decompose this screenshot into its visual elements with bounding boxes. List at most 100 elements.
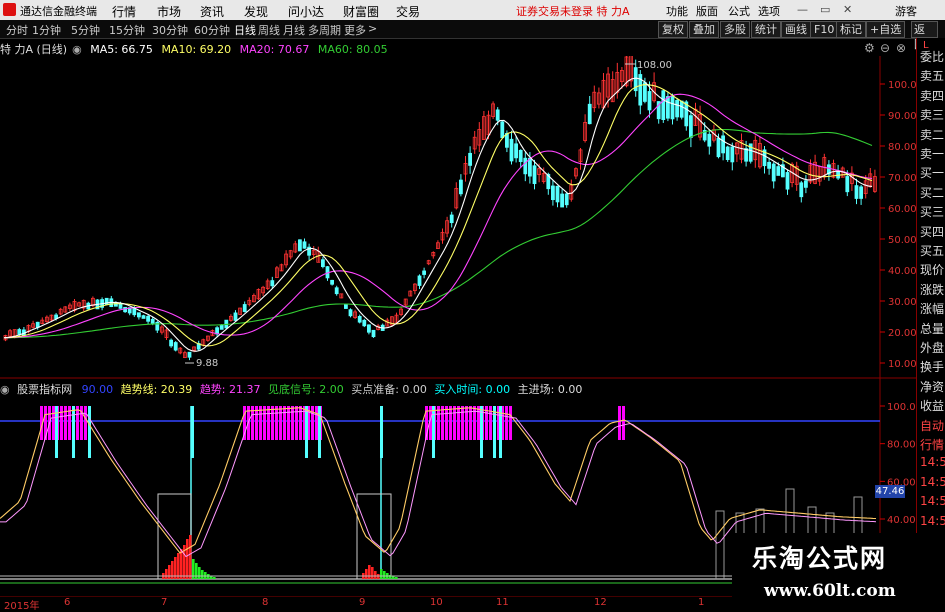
guest-label[interactable]: 游客 (895, 3, 917, 19)
period-multi[interactable]: 多周期 (308, 22, 341, 38)
histogram-bar (201, 570, 204, 579)
menu-item-market[interactable]: 市场 (157, 3, 181, 20)
indicator-axis: 100.080.0060.0040.00 (880, 402, 916, 526)
menu-item-ask[interactable]: 问小达 (288, 3, 324, 20)
gear-icon[interactable]: ⚙ (864, 41, 875, 55)
panel-item[interactable]: 行情 (920, 436, 944, 453)
candle-body (348, 309, 353, 317)
indicator-tick-label: 80.00 (887, 440, 916, 451)
price-tick-label: 30.00 (888, 297, 916, 308)
price-tick-label: 40.00 (888, 266, 916, 277)
candle-body (357, 316, 362, 323)
candle-body (643, 82, 647, 102)
price-tick-label: 90.00 (888, 111, 916, 122)
restore-icon[interactable]: ▭ (820, 3, 830, 16)
draw-button[interactable]: 画线 (781, 21, 811, 38)
candle-body (132, 308, 137, 316)
indicator-v3: 见底信号: 2.00 (268, 383, 344, 396)
period-monthly[interactable]: 月线 (283, 22, 305, 38)
back-button[interactable]: 返回 (911, 21, 938, 51)
chart-area[interactable]: 100.0 90.00 80.00 70.00 60.00 50.00 40.00 30.00… (0, 56, 916, 597)
panel-item: 卖一 (920, 147, 945, 161)
chevron-right-icon[interactable]: > (368, 22, 377, 35)
panel-item: 净资 (920, 379, 945, 394)
period-more[interactable]: 更多 (344, 22, 366, 38)
mark-button[interactable]: 标记 (836, 21, 866, 38)
signal-spike (88, 406, 91, 458)
candle-body (17, 329, 22, 335)
candle-body (670, 95, 675, 120)
signal-spike (72, 406, 75, 458)
period-daily[interactable]: 日线 (234, 22, 256, 38)
candle-body (500, 121, 505, 139)
menu-item-discover[interactable]: 发现 (244, 3, 268, 20)
f10-button[interactable]: F10 (810, 21, 839, 38)
period-weekly[interactable]: 周线 (258, 22, 280, 38)
period-tick[interactable]: 分时 (6, 22, 28, 38)
overbought-bar (287, 406, 290, 440)
histogram-bar (189, 535, 192, 579)
add-watchlist-button[interactable]: +自选 (866, 21, 906, 38)
candle-body (859, 186, 863, 199)
candle-body (776, 166, 781, 176)
menu-item-news[interactable]: 资讯 (200, 3, 224, 20)
adjust-button[interactable]: 复权 (658, 21, 688, 38)
menu-item-trade[interactable]: 交易 (396, 3, 420, 20)
candle-body (495, 109, 500, 121)
indicator-v2: 趋势: 21.37 (199, 383, 261, 396)
panel-item: 卖二 (920, 127, 945, 142)
candle-body (297, 239, 302, 252)
menu-options[interactable]: 选项 (758, 3, 780, 19)
candle-body (532, 165, 537, 185)
candle-body (362, 319, 367, 327)
close-panel-icon[interactable]: ⊗ (896, 41, 906, 55)
watermark: 乐淘公式网 www.60lt.com (732, 533, 945, 609)
panel-item: 买四 (920, 224, 945, 239)
date-label: 7 (161, 597, 168, 608)
menu-function[interactable]: 功能 (666, 3, 688, 19)
overbought-bar (461, 406, 464, 440)
date-label: 10 (430, 597, 443, 608)
price-tick-label: 70.00 (888, 173, 916, 184)
panel-item: 涨跌 (920, 282, 945, 297)
indicator-dot-icon[interactable]: ◉ (0, 383, 10, 396)
overbought-bar (315, 406, 318, 440)
panel-item: 卖四 (920, 88, 945, 103)
menu-item-wealth[interactable]: 财富圈 (343, 3, 379, 20)
circle-icon[interactable]: ◉ (72, 43, 82, 56)
panel-item: 委比 (920, 50, 945, 64)
panel-item[interactable]: 自动 (920, 417, 944, 434)
ma20-value: MA20: 70.67 (239, 43, 310, 56)
candle-body (343, 304, 348, 309)
candle-body (523, 157, 528, 175)
period-30min[interactable]: 30分钟 (152, 22, 188, 38)
period-15min[interactable]: 15分钟 (109, 22, 145, 38)
overbought-bar (437, 406, 440, 440)
stats-button[interactable]: 统计 (751, 21, 781, 38)
candle-body (767, 161, 771, 169)
watermark-url: www.60lt.com (764, 581, 896, 601)
login-warning[interactable]: 证券交易未登录 特 力A (516, 3, 630, 19)
overlay-button[interactable]: 叠加 (689, 21, 719, 38)
candle-body (422, 270, 427, 275)
histogram-bar (371, 567, 374, 579)
candle-body (417, 275, 422, 286)
zoom-out-icon[interactable]: ⊖ (880, 41, 890, 55)
period-1min[interactable]: 1分钟 (32, 22, 61, 38)
price-tick-label: 50.00 (888, 235, 916, 246)
overbought-bar (457, 406, 460, 440)
period-60min[interactable]: 60分钟 (194, 22, 230, 38)
period-5min[interactable]: 5分钟 (71, 22, 100, 38)
candle-body (242, 304, 247, 312)
candle-body (302, 241, 307, 249)
minimize-icon[interactable]: — (797, 3, 808, 16)
candle-body (564, 193, 569, 206)
ma60-value: MA60: 80.05 (317, 43, 388, 56)
panel-item: 14:5 (920, 513, 945, 528)
menu-formula[interactable]: 公式 (728, 3, 750, 19)
menu-item-quotes[interactable]: 行情 (112, 3, 136, 20)
menu-layout[interactable]: 版面 (696, 3, 718, 19)
price-tick-label: 100.0 (888, 80, 916, 91)
close-icon[interactable]: ✕ (843, 3, 852, 16)
multi-stock-button[interactable]: 多股 (720, 21, 750, 38)
